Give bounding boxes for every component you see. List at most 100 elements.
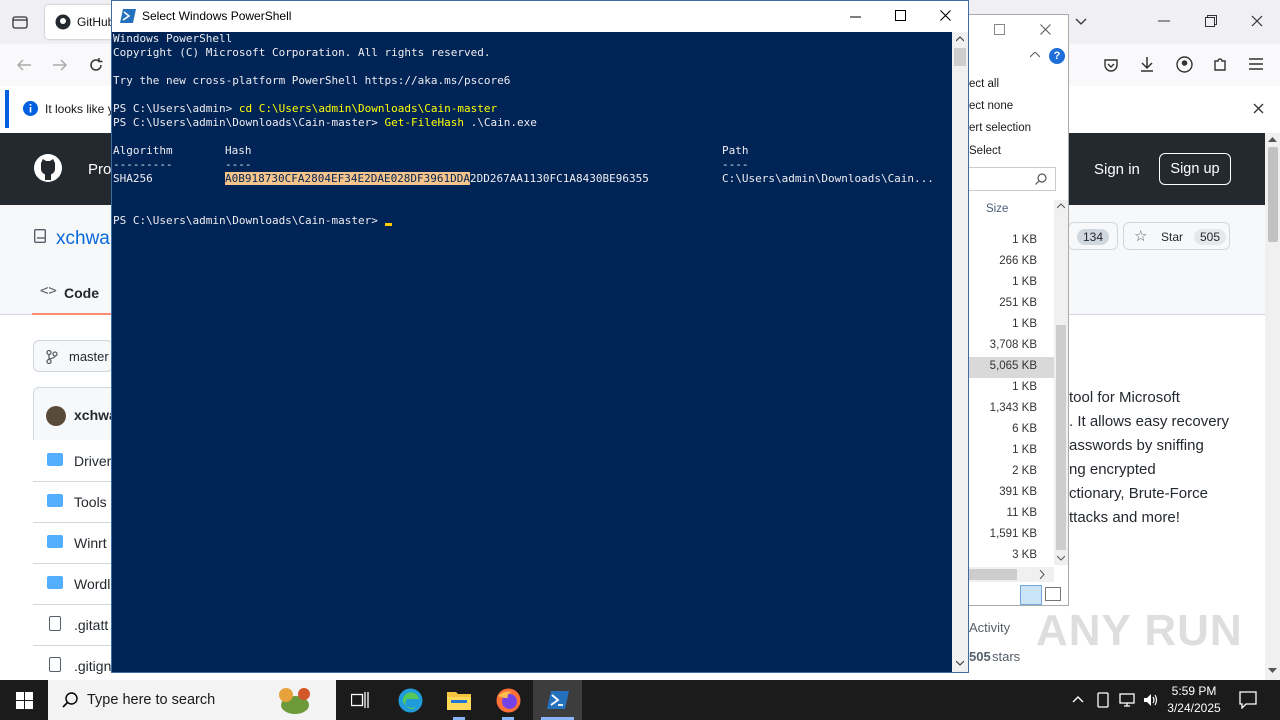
table-row[interactable]: 2 KB xyxy=(969,462,1054,483)
notification-close-icon[interactable] xyxy=(1253,103,1264,114)
maximize-icon[interactable] xyxy=(895,10,906,21)
table-row[interactable]: 391 KB xyxy=(969,483,1054,504)
system-clock[interactable]: 5:59 PM 3/24/2025 xyxy=(1154,683,1234,717)
network-icon[interactable] xyxy=(1119,692,1135,708)
help-icon[interactable]: ? xyxy=(1049,48,1065,64)
list-item[interactable]: Winrt xyxy=(33,523,113,564)
reload-icon[interactable] xyxy=(88,57,104,73)
list-item[interactable]: .gitatt xyxy=(33,605,113,646)
table-row[interactable]: 1,343 KB xyxy=(969,399,1054,420)
scroll-up-icon[interactable] xyxy=(1268,137,1277,143)
explorer-scrollbar[interactable] xyxy=(1054,200,1068,565)
list-item[interactable]: Tools xyxy=(33,482,113,523)
chevron-down-icon[interactable] xyxy=(1075,16,1087,28)
restore-icon[interactable] xyxy=(1205,15,1217,27)
menu-icon[interactable] xyxy=(1249,58,1263,70)
scroll-thumb[interactable] xyxy=(954,48,966,66)
scroll-thumb[interactable] xyxy=(1268,147,1278,242)
list-item[interactable]: Wordl xyxy=(33,564,113,605)
tab-list-icon[interactable] xyxy=(12,14,28,30)
table-row[interactable]: 1,591 KB xyxy=(969,525,1054,546)
minimize-icon[interactable] xyxy=(1158,20,1170,22)
table-row[interactable]: 3 KB xyxy=(969,546,1054,567)
file-name[interactable]: Tools xyxy=(74,494,107,510)
start-button[interactable] xyxy=(0,680,48,720)
avatar[interactable] xyxy=(46,406,66,426)
scroll-down-icon[interactable] xyxy=(1268,668,1277,674)
file-name[interactable]: Wordl xyxy=(74,576,110,592)
table-row[interactable]: 6 KB xyxy=(969,420,1054,441)
device-icon[interactable] xyxy=(1096,692,1110,708)
scroll-thumb[interactable] xyxy=(1056,325,1066,550)
firefox-taskbar-button[interactable] xyxy=(484,680,532,720)
console-command-line: PS C:\Users\admin> cd C:\Users\admin\Dow… xyxy=(113,102,497,116)
nav-product-partial[interactable]: Pro xyxy=(88,161,111,178)
size-column-header[interactable]: Size xyxy=(986,203,1008,215)
file-explorer-taskbar-button[interactable] xyxy=(435,680,483,720)
close-icon[interactable] xyxy=(1251,15,1263,27)
search-input[interactable] xyxy=(969,167,1056,191)
forward-icon[interactable] xyxy=(52,58,68,72)
menu-select-none[interactable]: ect none xyxy=(969,100,1013,112)
edge-taskbar-button[interactable] xyxy=(386,680,434,720)
close-icon[interactable] xyxy=(940,10,951,21)
taskbar-search-input[interactable]: Type here to search xyxy=(48,680,336,720)
console-scrollbar[interactable] xyxy=(952,32,968,672)
minimize-icon[interactable] xyxy=(850,16,861,18)
back-icon[interactable] xyxy=(16,58,32,72)
ribbon-collapse-icon[interactable] xyxy=(1030,52,1040,58)
star-button[interactable]: ☆ Star 505 xyxy=(1123,222,1230,250)
page-scrollbar[interactable] xyxy=(1265,133,1280,680)
menu-select-all[interactable]: ect all xyxy=(969,78,999,90)
file-name[interactable]: Winrt xyxy=(74,535,107,551)
details-view-icon[interactable] xyxy=(1020,585,1042,605)
table-row[interactable]: 1 KB xyxy=(969,441,1054,462)
extensions-icon[interactable] xyxy=(1212,56,1228,73)
tab-code[interactable]: <> Code xyxy=(32,280,112,315)
thumbnails-view-icon[interactable] xyxy=(1045,587,1061,601)
table-row[interactable]: 266 KB xyxy=(969,252,1054,273)
task-view-button[interactable] xyxy=(336,680,384,720)
scroll-down-icon[interactable] xyxy=(1057,555,1065,561)
github-logo-icon[interactable] xyxy=(33,153,63,183)
powershell-taskbar-button[interactable] xyxy=(533,680,582,720)
h-scrollbar[interactable] xyxy=(969,567,1054,582)
tray-overflow-icon[interactable] xyxy=(1072,695,1084,703)
repo-owner-link[interactable]: xchwa xyxy=(56,228,110,250)
file-name[interactable]: .gitatt xyxy=(74,617,108,633)
downloads-icon[interactable] xyxy=(1139,56,1155,73)
result-hash[interactable]: A0B918730CFA2804EF34E2DAE028DF3961DDA2DD… xyxy=(225,172,649,186)
list-item[interactable]: Driver xyxy=(33,441,113,482)
account-icon[interactable] xyxy=(1176,56,1193,73)
console-output[interactable]: Windows PowerShell Copyright (C) Microso… xyxy=(112,32,952,672)
stars-count[interactable]: 505 xyxy=(969,649,991,664)
menu-invert-selection[interactable]: ert selection xyxy=(969,122,1031,134)
scroll-down-icon[interactable] xyxy=(956,660,964,666)
clock-time: 5:59 PM xyxy=(1171,684,1217,698)
scroll-up-icon[interactable] xyxy=(956,36,964,42)
file-name[interactable]: .gitign xyxy=(74,658,111,674)
activity-link[interactable]: Activity xyxy=(969,620,1010,635)
maximize-icon[interactable] xyxy=(994,24,1005,35)
fork-button[interactable]: 134 xyxy=(1068,222,1118,250)
branch-selector[interactable]: master xyxy=(33,340,113,372)
hash-selection[interactable]: A0B918730CFA2804EF34E2DAE028DF3961DDA xyxy=(225,172,471,185)
file-name[interactable]: Driver xyxy=(74,453,111,469)
table-row[interactable]: 1 KB xyxy=(969,315,1054,336)
table-row[interactable]: 11 KB xyxy=(969,504,1054,525)
table-row[interactable]: 1 KB xyxy=(969,378,1054,399)
table-row[interactable]: 251 KB xyxy=(969,294,1054,315)
table-row[interactable]: 3,708 KB xyxy=(969,336,1054,357)
scroll-right-icon[interactable] xyxy=(1039,570,1045,579)
powershell-titlebar[interactable]: Select Windows PowerShell xyxy=(112,1,968,32)
sign-up-button[interactable]: Sign up xyxy=(1159,153,1231,185)
sign-in-link[interactable]: Sign in xyxy=(1094,161,1140,178)
h-scroll-thumb[interactable] xyxy=(969,569,1017,580)
scroll-up-icon[interactable] xyxy=(1057,203,1065,209)
pocket-icon[interactable] xyxy=(1103,57,1119,73)
table-row[interactable]: 1 KB xyxy=(969,273,1054,294)
table-row[interactable]: 5,065 KB xyxy=(969,357,1054,378)
explorer-close-icon[interactable] xyxy=(1040,24,1051,35)
table-row[interactable]: 1 KB xyxy=(969,231,1054,252)
notifications-icon[interactable] xyxy=(1239,691,1257,709)
